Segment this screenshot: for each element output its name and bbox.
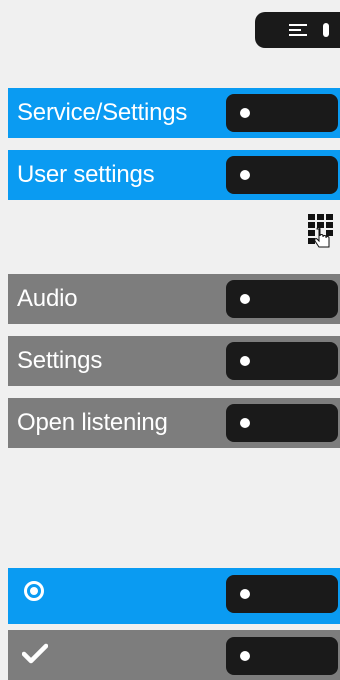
checkmark-icon — [22, 643, 48, 664]
row-label: Audio — [17, 285, 78, 312]
row-label: Service/Settings — [17, 99, 188, 126]
softkey-dot-icon — [240, 294, 250, 304]
softkey-dot-icon — [240, 170, 250, 180]
keypad-touch-icon — [308, 214, 333, 248]
softkey-service-settings[interactable] — [226, 94, 338, 132]
softkey-dot-icon — [240, 108, 250, 118]
softkey-dot-icon — [240, 651, 250, 661]
softkey-dot-icon — [240, 418, 250, 428]
softkey-dot-icon — [240, 356, 250, 366]
softkey-audio[interactable] — [226, 280, 338, 318]
softkey-user-settings[interactable] — [226, 156, 338, 194]
softkey-check-option[interactable] — [226, 637, 338, 675]
radio-selected-icon — [24, 581, 44, 601]
softkey-open-listening[interactable] — [226, 404, 338, 442]
menu-key[interactable] — [255, 12, 340, 48]
softkey-settings[interactable] — [226, 342, 338, 380]
row-label: Open listening — [17, 409, 168, 436]
menu-lines-icon — [289, 24, 307, 36]
softkey-radio-option[interactable] — [226, 575, 338, 613]
softkey-dot-icon — [240, 589, 250, 599]
menu-indicator-icon — [323, 23, 329, 37]
row-label: User settings — [17, 161, 155, 188]
row-label: Settings — [17, 347, 103, 374]
